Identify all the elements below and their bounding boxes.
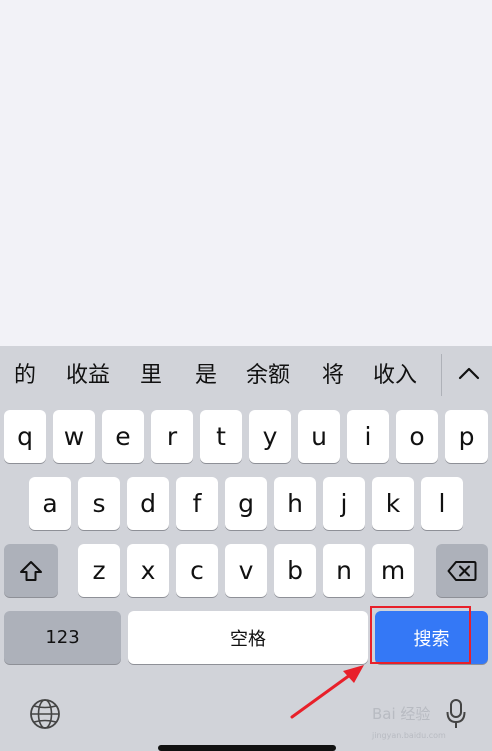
mic-icon[interactable]: [446, 698, 466, 730]
candidate-word[interactable]: 的: [14, 362, 36, 390]
key-u[interactable]: u: [298, 410, 340, 463]
key-p[interactable]: p: [445, 410, 488, 463]
shift-key[interactable]: [4, 544, 58, 597]
candidate-word[interactable]: 收入: [373, 362, 417, 390]
key-v[interactable]: v: [225, 544, 267, 597]
content-area: [0, 0, 492, 346]
key-o[interactable]: o: [396, 410, 438, 463]
delete-key[interactable]: [436, 544, 488, 597]
key-w[interactable]: w: [53, 410, 95, 463]
candidate-word[interactable]: 里: [140, 362, 162, 390]
numbers-key[interactable]: 123: [4, 611, 121, 664]
key-e[interactable]: e: [102, 410, 144, 463]
key-k[interactable]: k: [372, 477, 414, 530]
key-b[interactable]: b: [274, 544, 316, 597]
candidate-word[interactable]: 将: [322, 362, 344, 390]
key-x[interactable]: x: [127, 544, 169, 597]
key-j[interactable]: j: [323, 477, 365, 530]
candidate-bar: 的 收益 里 是 余额 将 收入: [0, 346, 492, 406]
watermark-url: jingyan.baidu.com: [372, 731, 446, 740]
candidate-word[interactable]: 余额: [246, 362, 290, 390]
home-indicator: [158, 745, 336, 751]
key-g[interactable]: g: [225, 477, 267, 530]
key-r[interactable]: r: [151, 410, 193, 463]
key-d[interactable]: d: [127, 477, 169, 530]
key-t[interactable]: t: [200, 410, 242, 463]
key-c[interactable]: c: [176, 544, 218, 597]
chevron-up-icon[interactable]: [455, 360, 483, 388]
key-n[interactable]: n: [323, 544, 365, 597]
annotation-highlight-box: [370, 606, 471, 664]
delete-icon: [447, 560, 477, 581]
key-z[interactable]: z: [78, 544, 120, 597]
key-l[interactable]: l: [421, 477, 463, 530]
key-h[interactable]: h: [274, 477, 316, 530]
shift-icon: [20, 560, 42, 581]
key-y[interactable]: y: [249, 410, 291, 463]
candidate-divider: [441, 354, 442, 396]
key-s[interactable]: s: [78, 477, 120, 530]
candidate-word[interactable]: 收益: [66, 362, 110, 390]
key-f[interactable]: f: [176, 477, 218, 530]
watermark: Bai 经验: [372, 705, 431, 723]
annotation-arrow: [290, 665, 364, 719]
key-q[interactable]: q: [4, 410, 46, 463]
key-a[interactable]: a: [29, 477, 71, 530]
key-m[interactable]: m: [372, 544, 414, 597]
key-i[interactable]: i: [347, 410, 389, 463]
globe-icon[interactable]: [28, 697, 62, 731]
candidate-word[interactable]: 是: [195, 362, 217, 390]
